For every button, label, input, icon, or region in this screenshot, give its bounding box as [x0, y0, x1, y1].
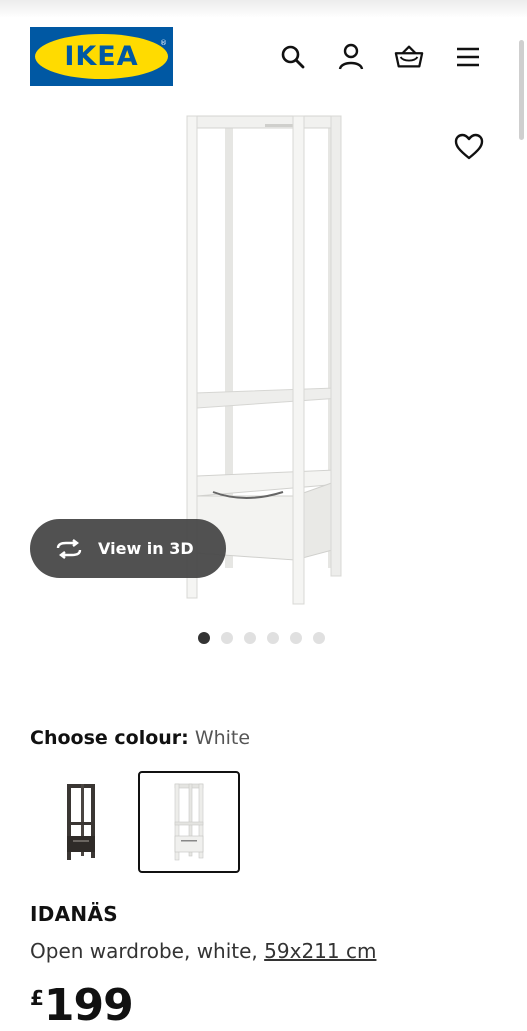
choose-colour-label: Choose colour:: [30, 727, 189, 749]
price-value: 199: [43, 980, 134, 1031]
gallery-pagination: [198, 632, 325, 644]
logo-oval: IKEA: [35, 34, 168, 79]
product-description: Open wardrobe, white, 59x211 cm: [30, 939, 376, 963]
colour-selector-label: Choose colour: White: [30, 727, 250, 749]
rotate-3d-icon: [56, 538, 82, 559]
colour-swatch-white[interactable]: [138, 771, 240, 873]
trademark-mark: ®: [160, 39, 167, 47]
product-description-text: Open wardrobe, white,: [30, 939, 258, 963]
basket-icon[interactable]: [394, 42, 424, 72]
product-name: IDANÄS: [30, 902, 118, 926]
page-scrollbar[interactable]: [519, 40, 524, 140]
search-icon[interactable]: [278, 42, 308, 72]
user-icon[interactable]: [336, 42, 366, 72]
gallery-dot[interactable]: [221, 632, 233, 644]
menu-icon[interactable]: [453, 42, 483, 72]
logo-text: IKEA: [64, 41, 139, 72]
favourite-heart-icon[interactable]: [454, 133, 484, 161]
gallery-dot[interactable]: [244, 632, 256, 644]
view-in-3d-label: View in 3D: [98, 539, 194, 558]
ikea-logo[interactable]: IKEA ®: [30, 27, 173, 86]
view-in-3d-button[interactable]: View in 3D: [30, 519, 226, 578]
wardrobe-thumbnail-dark: [67, 784, 95, 860]
browser-top-edge: [0, 0, 527, 18]
gallery-dot[interactable]: [267, 632, 279, 644]
gallery-dot[interactable]: [290, 632, 302, 644]
gallery-dot[interactable]: [198, 632, 210, 644]
product-price: £199: [30, 980, 134, 1031]
selected-colour-value: White: [194, 727, 251, 749]
gallery-dot[interactable]: [313, 632, 325, 644]
wardrobe-thumbnail-white: [174, 783, 204, 861]
price-currency: £: [30, 986, 44, 1010]
colour-swatch-dark-brown[interactable]: [30, 771, 132, 873]
product-size-link[interactable]: 59x211 cm: [264, 939, 376, 963]
